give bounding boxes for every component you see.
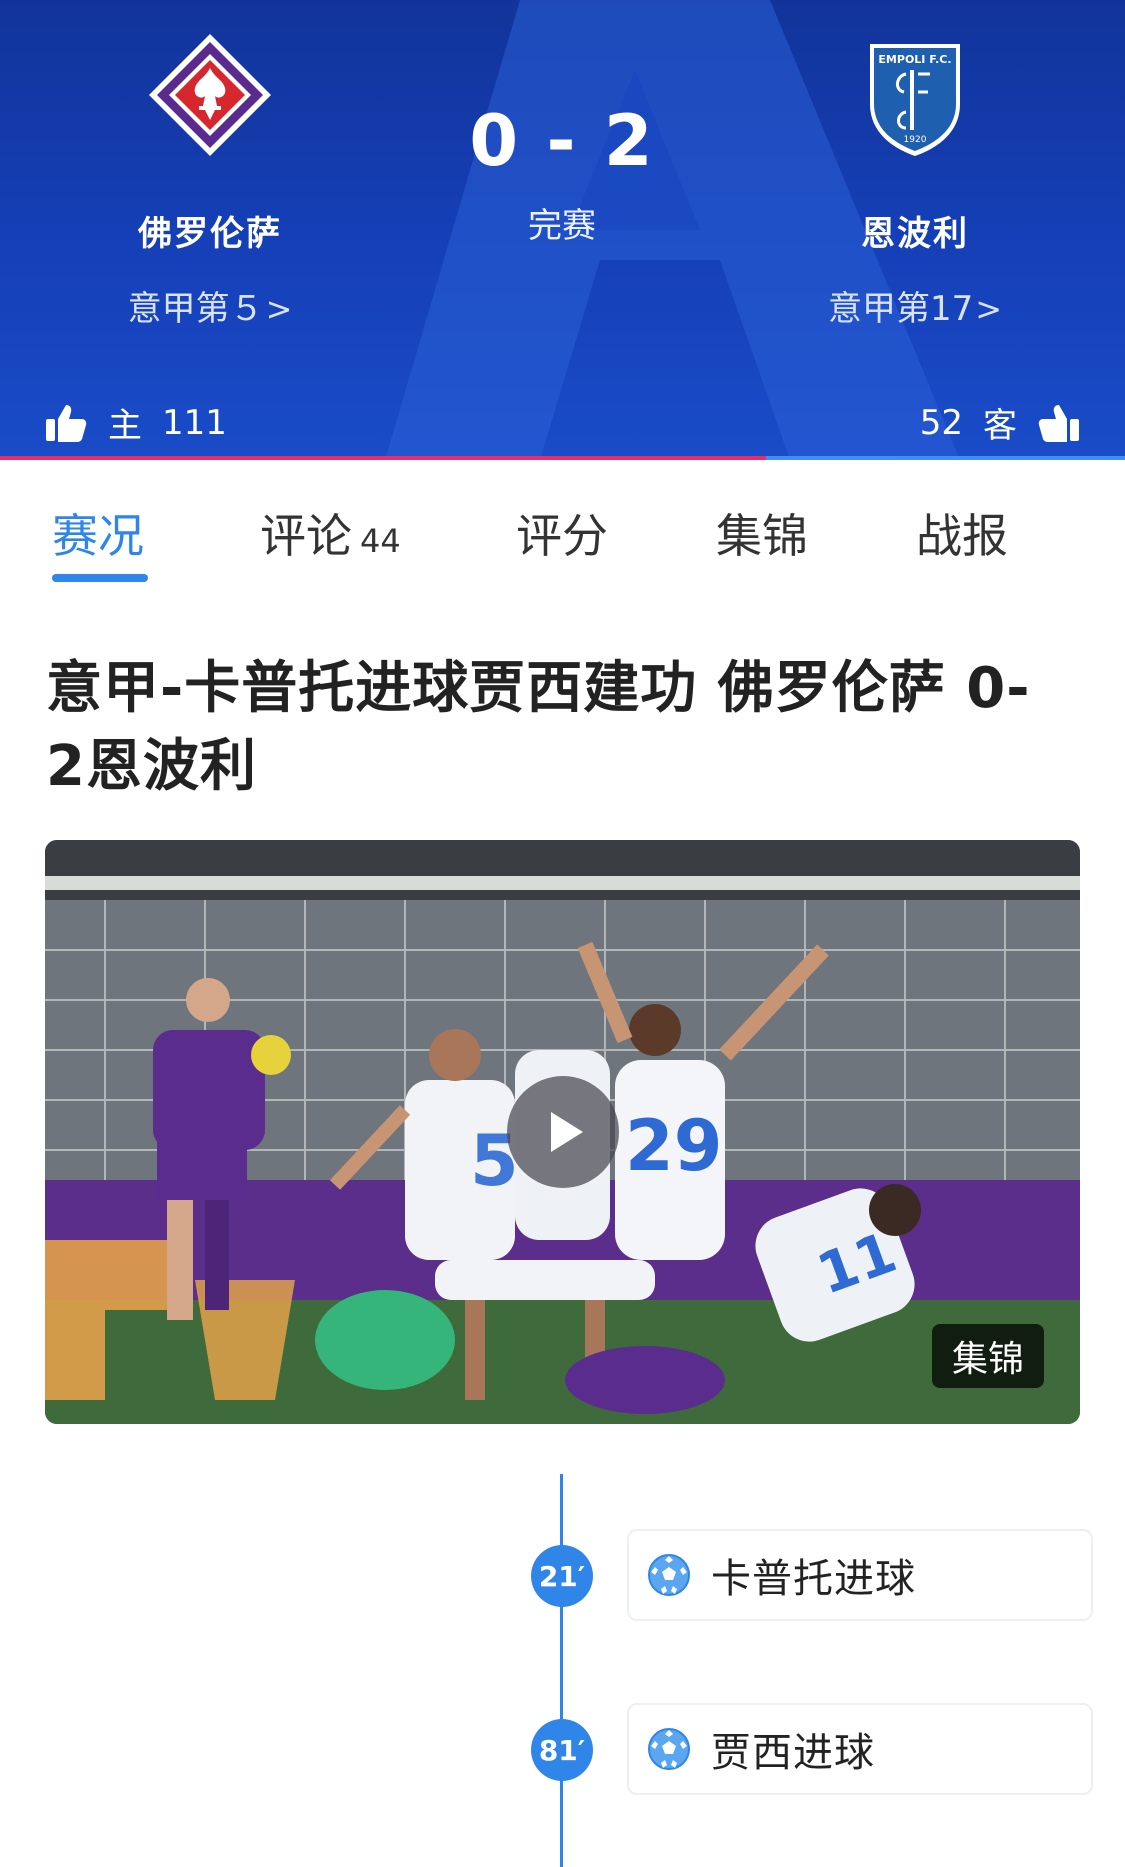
comments-count: 44 [360,522,401,560]
home-team[interactable]: 佛罗伦萨 意甲第５> [60,30,360,330]
football-icon [648,1554,690,1596]
timeline-event[interactable]: 卡普托进球 [627,1529,1093,1621]
thumbs-up-icon [1038,404,1079,442]
away-likes-label: 客 [983,406,1017,446]
support-bar [0,456,1125,460]
tab-report[interactable]: 战报 [916,500,1008,566]
active-tab-indicator [52,574,148,582]
tab-comments[interactable]: 评论 44 [260,500,401,566]
match-score: 0 - 2 [469,100,655,182]
timeline-line [560,1474,563,1867]
tab-bar: 赛况 评论 44 评分 集锦 战报 [0,470,1125,590]
home-team-name: 佛罗伦萨 [138,214,282,254]
match-header: 佛罗伦萨 意甲第５> 0 - 2 完赛 EMPOLI F.C. 1920 恩波利… [0,0,1125,460]
tab-ratings-label: 评分 [516,509,608,563]
event-minute: 81′ [531,1719,593,1781]
football-icon [648,1728,690,1770]
chevron-right-icon: > [975,290,1003,328]
thumbs-up-icon [46,404,87,442]
tab-highlights[interactable]: 集锦 [716,500,808,566]
home-rank-label: 意甲第５ [127,289,264,329]
play-button[interactable] [507,1076,619,1188]
match-status: 完赛 [528,206,596,246]
article-headline[interactable]: 意甲-卡普托进球贾西建功 佛罗伦萨 0-2恩波利 [46,650,1066,806]
event-description: 贾西进球 [711,1730,875,1776]
tab-highlights-label: 集锦 [716,509,808,563]
tab-comments-label: 评论 [260,509,352,563]
tab-live-label: 赛况 [52,509,144,563]
svg-text:29: 29 [625,1105,722,1187]
play-icon [551,1112,583,1152]
home-likes-label: 主 [108,406,142,446]
tab-report-label: 战报 [916,509,1008,563]
away-team-name: 恩波利 [861,214,969,254]
video-badge: 集锦 [931,1324,1044,1388]
away-team[interactable]: EMPOLI F.C. 1920 恩波利 意甲第17> [765,30,1065,330]
highlight-video[interactable]: 5 29 11 集锦 [45,840,1080,1424]
home-like-button[interactable]: 主 111 [44,398,227,447]
event-minute: 21′ [531,1545,593,1607]
chevron-right-icon: > [265,290,293,328]
away-likes-count: 52 [919,402,963,443]
support-bar-away [766,456,1125,460]
away-like-button[interactable]: 52 客 [920,398,1081,447]
score-box: 0 - 2 完赛 [412,100,712,247]
svg-text:EMPOLI F.C.: EMPOLI F.C. [878,53,951,66]
event-description: 卡普托进球 [711,1556,916,1602]
empoli-logo-icon: EMPOLI F.C. 1920 [870,44,960,156]
tab-ratings[interactable]: 评分 [516,500,608,566]
timeline-event[interactable]: 贾西进球 [627,1703,1093,1795]
support-bar-home [0,456,767,460]
fiorentina-logo-icon [149,34,271,156]
away-team-rank[interactable]: 意甲第17> [765,281,1065,330]
svg-text:1920: 1920 [904,135,927,145]
away-rank-label: 意甲第17 [827,289,974,329]
home-team-rank[interactable]: 意甲第５> [60,281,360,330]
tab-live[interactable]: 赛况 [52,500,144,566]
home-likes-count: 111 [162,402,227,443]
